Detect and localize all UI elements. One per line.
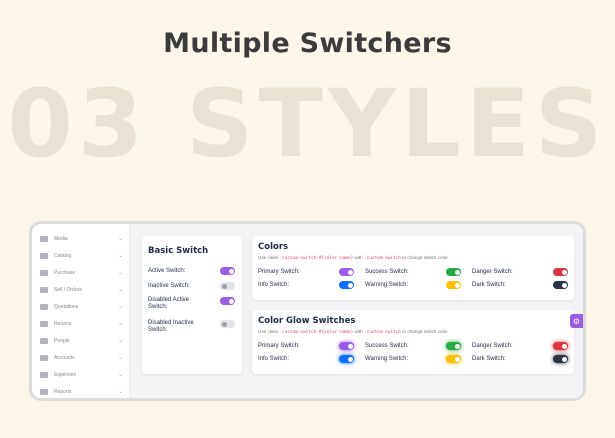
sidebar-item-people[interactable]: People ⌄ xyxy=(32,332,129,349)
switch-label: Active Switch: xyxy=(148,268,186,274)
switch-label: Primary Switch: xyxy=(258,269,300,275)
sidebar-item-accounts[interactable]: Accounts ⌄ xyxy=(32,349,129,366)
dark-switch[interactable] xyxy=(553,281,568,289)
big-background-text: 03 STYLES xyxy=(7,70,608,179)
reports-icon xyxy=(40,388,48,395)
sidebar-item-reports[interactable]: Reports ⌄ xyxy=(32,383,129,398)
switch-label: Success Switch: xyxy=(365,269,409,275)
settings-tab[interactable]: ⚙ xyxy=(570,314,583,328)
switch-label: Info Switch: xyxy=(258,356,290,362)
sidebar-item-label: People xyxy=(54,337,70,344)
card-description: Use class .custom-switch-#{color-name} w… xyxy=(258,329,448,335)
sidebar-item-catalog[interactable]: Catalog ⌄ xyxy=(32,247,129,264)
switch-label: Danger Switch: xyxy=(472,343,513,349)
gear-icon: ⚙ xyxy=(572,316,581,326)
info-switch[interactable] xyxy=(339,281,354,289)
primary-switch[interactable] xyxy=(339,268,354,276)
chevron-down-icon: ⌄ xyxy=(117,269,123,276)
inactive-switch[interactable] xyxy=(220,282,235,290)
colors-card: Colors Use class .custom-switch-#{color-… xyxy=(252,236,574,300)
switch-label: Warning Switch: xyxy=(365,356,409,362)
sidebar-item-label: Media xyxy=(54,235,68,242)
card-title: Color Glow Switches xyxy=(258,316,356,326)
sidebar-item-media[interactable]: Media ⌄ xyxy=(32,230,129,247)
chevron-down-icon: ⌄ xyxy=(117,388,123,395)
dark-glow-switch[interactable] xyxy=(553,355,568,363)
color-glow-card: Color Glow Switches Use class .custom-sw… xyxy=(252,310,574,374)
returns-icon xyxy=(40,320,48,327)
orders-icon xyxy=(40,286,48,293)
success-glow-switch[interactable] xyxy=(446,342,461,350)
switch-label: Disabled Inactive Switch: xyxy=(148,320,194,333)
sidebar: Media ⌄ Catalog ⌄ Purchase ⌄ Sell / Orders ⌄… xyxy=(32,224,130,398)
media-icon xyxy=(40,235,48,242)
expenses-icon xyxy=(40,371,48,378)
chevron-down-icon: ⌄ xyxy=(117,337,123,344)
sidebar-item-orders[interactable]: Sell / Orders ⌄ xyxy=(32,281,129,298)
sidebar-item-label: Expenses xyxy=(54,371,76,378)
switch-label: Warning Switch: xyxy=(365,282,409,288)
purchase-icon xyxy=(40,269,48,276)
sidebar-item-label: Quotations xyxy=(54,303,79,310)
sidebar-item-returns[interactable]: Returns ⌄ xyxy=(32,315,129,332)
sidebar-item-label: Purchase xyxy=(54,269,76,276)
chevron-down-icon: ⌄ xyxy=(117,371,123,378)
chevron-down-icon: ⌄ xyxy=(117,354,123,361)
basic-switch-card: Basic Switch Active Switch: Inactive Swi… xyxy=(142,236,242,374)
switch-label: Inactive Switch: xyxy=(148,283,190,289)
warning-switch[interactable] xyxy=(446,281,461,289)
switch-label: Dark Switch: xyxy=(472,282,506,288)
chevron-down-icon: ⌄ xyxy=(117,320,123,327)
switch-label: Danger Switch: xyxy=(472,269,513,275)
danger-glow-switch[interactable] xyxy=(553,342,568,350)
sidebar-item-quotations[interactable]: Quotations ⌄ xyxy=(32,298,129,315)
quote-icon xyxy=(40,303,48,310)
primary-glow-switch[interactable] xyxy=(339,342,354,350)
active-switch[interactable] xyxy=(220,267,235,275)
sidebar-item-label: Accounts xyxy=(54,354,75,361)
switch-label: Info Switch: xyxy=(258,282,290,288)
card-title: Colors xyxy=(258,242,289,252)
switch-label: Disabled Active Switch: xyxy=(148,297,190,310)
danger-switch[interactable] xyxy=(553,268,568,276)
accounts-icon xyxy=(40,354,48,361)
disabled-active-switch xyxy=(220,297,235,305)
sidebar-item-expenses[interactable]: Expenses ⌄ xyxy=(32,366,129,383)
sidebar-item-label: Returns xyxy=(54,320,72,327)
catalog-icon xyxy=(40,252,48,259)
card-title: Basic Switch xyxy=(148,246,209,256)
sidebar-item-purchase[interactable]: Purchase ⌄ xyxy=(32,264,129,281)
switch-label: Primary Switch: xyxy=(258,343,300,349)
disabled-inactive-switch xyxy=(220,320,235,328)
success-switch[interactable] xyxy=(446,268,461,276)
sidebar-item-label: Reports xyxy=(54,388,72,395)
switch-label: Success Switch: xyxy=(365,343,409,349)
people-icon xyxy=(40,337,48,344)
card-description: Use class .custom-switch-#{color-name} w… xyxy=(258,255,448,261)
chevron-down-icon: ⌄ xyxy=(117,235,123,242)
chevron-down-icon: ⌄ xyxy=(117,303,123,310)
chevron-down-icon: ⌄ xyxy=(117,286,123,293)
headline: Multiple Switchers xyxy=(163,28,452,59)
app-preview-window: Media ⌄ Catalog ⌄ Purchase ⌄ Sell / Orders ⌄… xyxy=(29,221,586,401)
warning-glow-switch[interactable] xyxy=(446,355,461,363)
sidebar-item-label: Sell / Orders xyxy=(54,286,82,293)
chevron-down-icon: ⌄ xyxy=(117,252,123,259)
switch-label: Dark Switch: xyxy=(472,356,506,362)
info-glow-switch[interactable] xyxy=(339,355,354,363)
sidebar-item-label: Catalog xyxy=(54,252,72,259)
